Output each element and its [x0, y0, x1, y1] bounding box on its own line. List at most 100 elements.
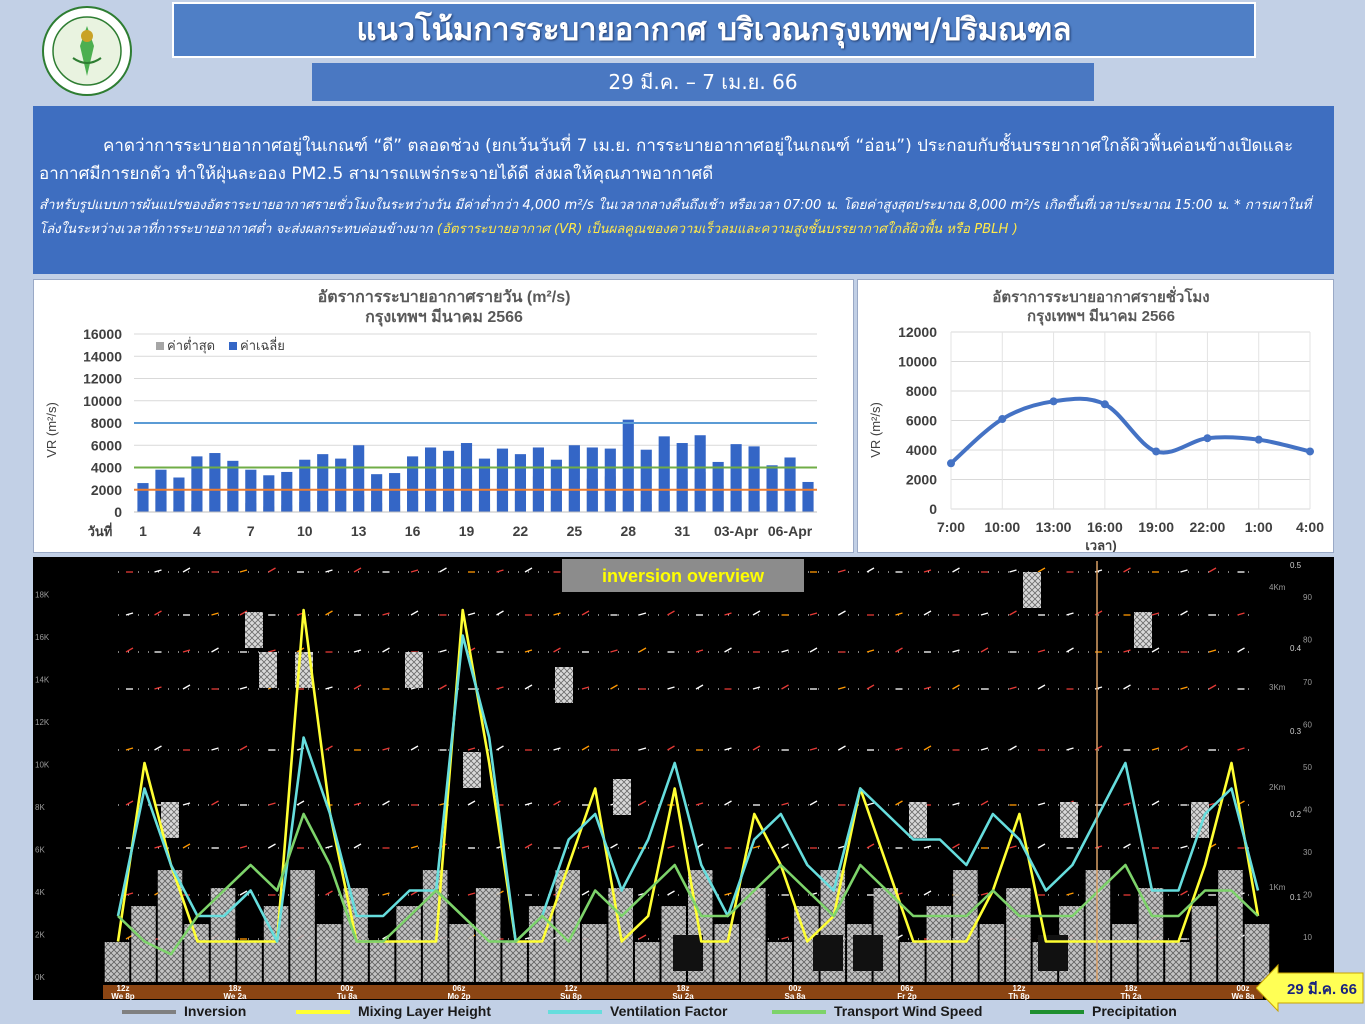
inv-precip-block — [813, 935, 843, 971]
inv-wind-barb — [1094, 745, 1103, 751]
inv-right-tick-a: 0.5 — [1290, 561, 1302, 570]
daily-mean-bar — [730, 444, 742, 512]
inv-inversion-block — [900, 942, 925, 982]
inv-wind-barb — [1123, 684, 1131, 690]
inv-wind-barb — [667, 745, 675, 751]
inv-inversion-block — [369, 942, 395, 982]
hourly-vr-point — [998, 415, 1007, 424]
inv-upper-inversion-block — [613, 779, 631, 815]
inv-wind-barb — [1180, 845, 1188, 849]
legend-swatch-precip — [1030, 1010, 1084, 1015]
inv-wind-barb — [296, 800, 305, 806]
inv-wind-barb — [1208, 567, 1217, 573]
legend-swatch-transport — [772, 1010, 826, 1015]
hourly-vr-chart: อัตราการระบายอากาศรายชั่วโมง กรุงเทพฯ มี… — [868, 286, 1324, 553]
daily-y-axis-label: VR (m²/s) — [44, 402, 59, 458]
inv-inversion-block — [767, 942, 793, 982]
inv-wind-barb — [610, 843, 618, 849]
inv-time-tick-bottom: We 8a — [1232, 992, 1256, 1000]
inv-wind-barb — [410, 610, 419, 616]
daily-x-tick-label: 16 — [405, 523, 421, 539]
inversion-title: inversion overview — [602, 566, 765, 586]
inv-wind-barb — [1037, 802, 1046, 806]
inv-inversion-block — [422, 870, 448, 982]
inv-wind-barb — [1151, 647, 1160, 653]
daily-mean-bar — [496, 448, 509, 512]
legend-label-mixing: Mixing Layer Height — [358, 1003, 492, 1019]
hourly-chart-subtitle: กรุงเทพฯ มีนาคม 2566 — [1027, 308, 1175, 326]
daily-x-tick-label: 4 — [193, 523, 201, 539]
inv-wind-barb — [838, 569, 846, 573]
daily-y-tick-label: 2000 — [91, 482, 122, 498]
inv-inversion-block — [1085, 870, 1111, 982]
daily-mean-bar — [442, 450, 455, 512]
inv-time-tick-bottom: Su 2a — [672, 992, 694, 1000]
hourly-vr-point — [1049, 397, 1058, 406]
inv-inversion-block — [926, 906, 952, 982]
hourly-y-tick-label: 8000 — [906, 383, 937, 399]
daily-y-tick-label: 10000 — [83, 393, 122, 409]
inv-left-tick: 6K — [35, 846, 45, 855]
inv-wind-barb — [467, 747, 476, 751]
inv-right-tick-b: 10 — [1303, 933, 1312, 942]
inv-inversion-block — [184, 924, 209, 982]
inv-wind-barb — [781, 649, 789, 653]
inv-wind-barb — [353, 684, 362, 690]
inv-upper-inversion-block — [1191, 802, 1209, 838]
inv-wind-barb — [980, 612, 989, 616]
inv-wind-barb — [866, 843, 875, 849]
inv-wind-barb — [496, 745, 504, 751]
daily-y-tick-label: 0 — [114, 504, 122, 520]
inv-wind-barb — [952, 843, 960, 849]
inv-wind-barb — [952, 684, 960, 690]
inv-wind-barb — [154, 610, 162, 616]
inv-wind-barb — [1066, 747, 1074, 751]
inv-inversion-block — [1165, 942, 1190, 982]
daily-y-tick-label: 8000 — [91, 415, 122, 431]
hourly-y-axis-label: VR (m²/s) — [868, 402, 883, 458]
hourly-x-tick-label: 4:00 — [1296, 519, 1324, 535]
inv-wind-barb — [1037, 684, 1046, 690]
inv-wind-barb — [809, 800, 818, 806]
legend-swatch-mixing — [296, 1010, 350, 1015]
daily-mean-bar — [640, 449, 652, 512]
inv-wind-barb — [353, 843, 362, 849]
inv-wind-barb — [667, 686, 675, 690]
inv-wind-barb — [182, 567, 191, 573]
legend-mixing-height: Mixing Layer Height — [296, 1000, 491, 1024]
hourly-y-tick-label: 10000 — [898, 354, 937, 370]
inv-inversion-block — [1112, 924, 1137, 982]
hourly-x-tick-label: 10:00 — [984, 519, 1020, 535]
daily-legend-swatch — [229, 342, 237, 350]
hourly-vr-point — [1306, 447, 1314, 456]
inv-wind-barb — [239, 845, 248, 849]
inv-wind-barb — [923, 745, 932, 751]
inv-precip-block — [853, 935, 883, 971]
inv-wind-barb — [581, 610, 590, 616]
inv-left-tick: 8K — [35, 803, 45, 812]
inv-wind-barb — [1180, 745, 1188, 751]
inv-wind-barb — [923, 845, 932, 849]
inv-time-tick-bottom: Tu 8a — [337, 992, 358, 1000]
daily-mean-bar — [209, 453, 221, 512]
hourly-vr-point — [1100, 400, 1109, 409]
daily-mean-bar — [245, 469, 257, 512]
inv-inversion-block — [1218, 870, 1243, 982]
inv-left-tick: 4K — [35, 888, 45, 897]
daily-mean-bar — [424, 447, 437, 512]
daily-x-tick-label: 10 — [297, 523, 313, 539]
daily-x-tick-label: 31 — [674, 523, 690, 539]
inv-wind-barb — [1180, 890, 1188, 896]
inv-inversion-block — [714, 924, 740, 982]
inv-left-tick: 18K — [35, 591, 50, 600]
legend-swatch-ventilation — [548, 1010, 602, 1015]
inv-wind-barb — [410, 845, 419, 849]
legend-swatch-inversion — [122, 1010, 176, 1015]
daily-mean-bar — [622, 419, 634, 512]
inv-wind-barb — [724, 647, 732, 653]
inv-inversion-block — [237, 942, 262, 982]
hourly-y-tick-label: 4000 — [906, 442, 937, 458]
inv-upper-inversion-block — [1060, 802, 1078, 838]
inv-time-tick-bottom: We 8p — [111, 992, 135, 1000]
inv-wind-barb — [553, 647, 561, 653]
